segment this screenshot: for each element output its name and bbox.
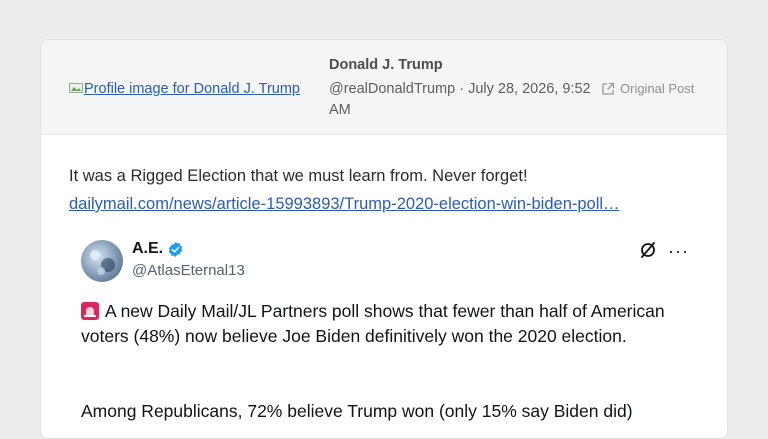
- profile-image[interactable]: Profile image for Donald J. Trump: [69, 81, 319, 97]
- embed-avatar[interactable]: [81, 240, 123, 282]
- embed-author-name[interactable]: A.E.: [132, 240, 184, 258]
- more-options-icon[interactable]: ···: [668, 241, 689, 262]
- embed-text: A new Daily Mail/JL Partners poll shows …: [81, 299, 701, 349]
- embed-text-line2: Among Republicans, 72% believe Trump won…: [81, 401, 633, 421]
- broken-image-icon: [69, 83, 83, 93]
- embed-name-text[interactable]: A.E.: [132, 240, 163, 258]
- embed-handle[interactable]: @AtlasEternal13: [132, 262, 245, 279]
- original-post-label[interactable]: Original Post: [620, 81, 694, 96]
- post-text: It was a Rigged Election that we must le…: [69, 167, 528, 185]
- author-meta: @realDonaldTrump · July 28, 2026, 9:52 A…: [329, 81, 591, 118]
- original-post-link[interactable]: Original Post: [601, 81, 694, 96]
- profile-image-alt[interactable]: Profile image for Donald J. Trump: [84, 81, 300, 97]
- post-card: Profile image for Donald J. Trump Donald…: [40, 39, 728, 439]
- verified-badge-icon: [168, 241, 183, 257]
- avatar-pattern-icon: [90, 250, 115, 275]
- author-name[interactable]: Donald J. Trump: [329, 57, 443, 73]
- post-link[interactable]: dailymail.com/news/article-15993893/Trum…: [69, 195, 709, 214]
- grok-icon[interactable]: [639, 241, 657, 259]
- embed-text-line1: A new Daily Mail/JL Partners poll shows …: [81, 301, 665, 346]
- external-link-icon: [602, 82, 615, 95]
- post-header: Profile image for Donald J. Trump Donald…: [41, 40, 727, 135]
- siren-emoji-icon: [81, 302, 99, 320]
